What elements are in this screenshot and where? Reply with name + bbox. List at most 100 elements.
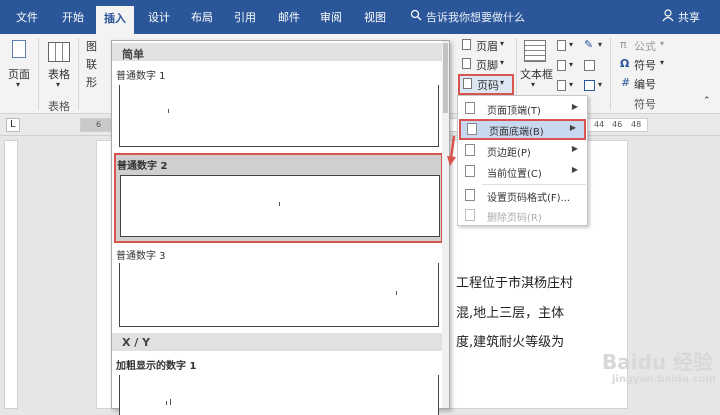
gallery-scrollbar[interactable] <box>442 41 449 408</box>
chevron-right-icon: ▶ <box>571 144 578 153</box>
number-button[interactable]: 编号 <box>634 76 656 92</box>
link-button[interactable]: 联 <box>86 56 97 72</box>
page-bottom-icon <box>467 123 477 135</box>
pi-icon: π <box>620 38 627 51</box>
menu-item-label: 删除页码(R) <box>487 213 542 224</box>
tab-review[interactable]: 审阅 <box>320 9 342 25</box>
page-number-menu: 页面顶端(T) ▶ 页面底端(B) ▶ 页边距(P) ▶ 当前位置(C) ▶ 设… <box>457 95 588 226</box>
tab-layout[interactable]: 布局 <box>191 9 213 25</box>
menu-item-remove-page-numbers: 删除页码(R) <box>459 205 586 226</box>
document-line: 混,地上三层，主体 <box>456 306 565 321</box>
ribbon-divider <box>78 38 79 110</box>
tab-design[interactable]: 设计 <box>148 9 170 25</box>
gallery-item-label: 普通数字 2 <box>117 161 168 172</box>
symbol-button[interactable]: 符号 <box>634 57 656 73</box>
symbols-group-label: 符号 <box>634 98 656 111</box>
page-number-marker <box>396 291 397 295</box>
number-icon: # <box>621 76 631 89</box>
ruler-number: 44 <box>594 120 605 129</box>
tab-home[interactable]: 开始 <box>62 9 84 25</box>
chevron-down-icon: ▾ <box>569 60 574 69</box>
tables-group-label: 表格 <box>48 100 70 113</box>
chevron-down-icon: ▾ <box>569 80 574 89</box>
gallery-item-preview <box>120 175 440 237</box>
tab-view[interactable]: 视图 <box>364 9 386 25</box>
gallery-item-label: 加粗显示的数字 1 <box>116 361 197 372</box>
collapse-ribbon-icon[interactable]: ⌃ <box>703 96 711 106</box>
ribbon-divider <box>38 38 39 110</box>
wordart-icon[interactable] <box>557 60 566 71</box>
tab-stop-selector[interactable]: L <box>6 118 20 132</box>
page-number-marker <box>170 399 171 405</box>
tab-references[interactable]: 引用 <box>234 9 256 25</box>
gallery-item-label: 普通数字 3 <box>116 251 166 262</box>
menu-item-format-page-numbers[interactable]: 设置页码格式(F)... <box>459 185 586 206</box>
chevron-down-icon: ▾ <box>500 78 505 87</box>
page-number-gallery: 简单 普通数字 1 普通数字 2 普通数字 3 X / Y 加粗显示的数字 1 <box>111 40 450 415</box>
tab-insert[interactable]: 插入 <box>96 6 134 34</box>
page-number-label: 页码 <box>477 79 499 92</box>
page-number-marker <box>279 202 280 206</box>
gallery-section-header: X / Y <box>112 333 443 351</box>
shape-button[interactable]: 形 <box>86 74 97 90</box>
picture-button[interactable]: 图 <box>86 38 97 54</box>
chevron-down-icon: ▾ <box>500 58 505 67</box>
user-icon <box>662 9 674 22</box>
omega-icon: Ω <box>620 57 630 70</box>
page-number-marker <box>166 401 167 405</box>
remove-page-number-icon <box>465 209 475 221</box>
chevron-right-icon: ▶ <box>569 123 576 132</box>
page-icon <box>12 40 26 58</box>
chevron-right-icon: ▶ <box>571 102 578 111</box>
menu-item-label: 当前位置(C) <box>487 169 542 180</box>
gallery-item-plain-number-1[interactable] <box>119 85 439 147</box>
scrollbar-thumb[interactable] <box>443 43 448 113</box>
page-number-marker <box>168 109 169 113</box>
object-icon[interactable] <box>584 80 595 91</box>
chevron-down-icon: ▾ <box>660 39 665 48</box>
watermark-url: jingyan.baidu.com <box>612 374 716 385</box>
equation-button[interactable]: 公式 <box>634 38 656 54</box>
chevron-down-icon: ▾ <box>531 80 536 89</box>
format-page-number-icon <box>465 189 475 201</box>
tab-file[interactable]: 文件 <box>16 9 38 25</box>
chevron-down-icon: ▾ <box>569 40 574 49</box>
share-button[interactable]: 共享 <box>678 9 700 25</box>
vertical-ruler[interactable] <box>4 140 18 409</box>
text-box-button[interactable]: 文本框 <box>520 66 553 82</box>
page-top-icon <box>465 102 475 114</box>
signature-line-icon[interactable]: ✎ <box>584 38 593 51</box>
menu-item-label: 页面底端(B) <box>489 127 544 138</box>
menu-item-bottom-of-page[interactable]: 页面底端(B) ▶ <box>459 119 586 140</box>
gallery-section-header: 简单 <box>112 43 443 61</box>
current-position-icon <box>465 165 475 177</box>
menu-item-top-of-page[interactable]: 页面顶端(T) ▶ <box>459 98 586 119</box>
page-number-icon <box>463 78 472 89</box>
document-line: 度,建筑耐火等级为 <box>456 335 565 350</box>
menu-item-label: 设置页码格式(F)... <box>487 193 571 204</box>
chevron-down-icon: ▾ <box>500 39 505 48</box>
chevron-down-icon: ▾ <box>56 80 61 89</box>
chevron-down-icon: ▾ <box>598 80 603 89</box>
menu-item-current-position[interactable]: 当前位置(C) ▶ <box>459 161 586 182</box>
ribbon-tab-bar: 文件 开始 插入 设计 布局 引用 邮件 审阅 视图 告诉我你想要做什么 共享 <box>0 0 720 34</box>
search-icon <box>410 9 422 21</box>
gallery-item-plain-number-3[interactable] <box>119 263 439 327</box>
gallery-item-plain-number-2[interactable]: 普通数字 2 <box>114 153 443 243</box>
ruler-number: 46 <box>612 120 623 129</box>
quick-parts-icon[interactable] <box>557 40 566 51</box>
tell-me-search[interactable]: 告诉我你想要做什么 <box>426 9 525 25</box>
chevron-down-icon: ▾ <box>16 80 21 89</box>
chevron-down-icon: ▾ <box>660 58 665 67</box>
ribbon-divider <box>610 38 611 110</box>
gallery-item-bold-number-1[interactable] <box>119 375 439 415</box>
footer-button[interactable]: 页脚 <box>476 57 498 73</box>
date-time-icon[interactable] <box>584 60 595 71</box>
tab-mailings[interactable]: 邮件 <box>278 9 300 25</box>
menu-item-page-margins[interactable]: 页边距(P) ▶ <box>459 140 586 161</box>
ruler-number: 6 <box>96 120 102 129</box>
drop-cap-icon[interactable] <box>557 80 566 91</box>
document-line: 工程位于市淇杨庄村 <box>456 276 574 291</box>
table-icon <box>48 42 70 62</box>
header-button[interactable]: 页眉 <box>476 38 498 54</box>
